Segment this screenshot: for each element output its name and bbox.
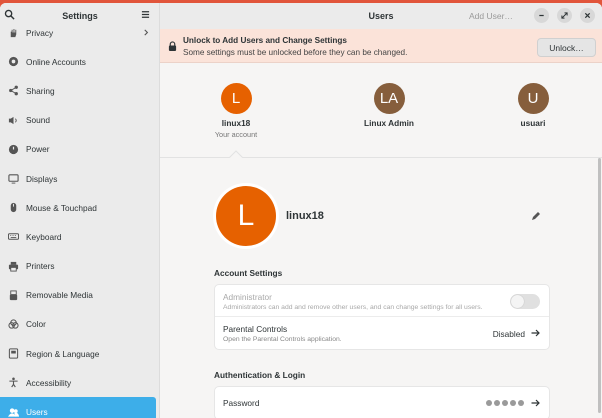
header-bar: Users Add User… bbox=[160, 3, 602, 29]
sidebar-item-color[interactable]: Color bbox=[0, 310, 159, 339]
user-name: usuari bbox=[520, 118, 546, 128]
unlock-subtitle: Some settings must be unlocked before th… bbox=[183, 48, 408, 57]
sidebar: Privacy Online Accounts Sharing Sound Po… bbox=[0, 3, 160, 418]
user-name: Linux Admin bbox=[364, 118, 414, 128]
sidebar-header: Settings bbox=[0, 3, 159, 29]
unlock-button[interactable]: Unlock… bbox=[537, 38, 596, 57]
sidebar-title: Settings bbox=[62, 11, 98, 21]
maximize-button[interactable] bbox=[557, 8, 572, 23]
close-button[interactable] bbox=[580, 8, 595, 23]
parental-controls-status: Disabled bbox=[492, 329, 525, 339]
sidebar-item-label: Removable Media bbox=[26, 290, 93, 301]
sidebar-item-label: Users bbox=[26, 407, 48, 418]
user-detail: L linux18 Account Settings Administrator… bbox=[160, 158, 602, 418]
speaker-icon bbox=[8, 115, 19, 126]
settings-window: Privacy Online Accounts Sharing Sound Po… bbox=[0, 3, 602, 418]
arrow-right-icon bbox=[531, 399, 540, 407]
administrator-label: Administrator bbox=[223, 292, 272, 302]
administrator-toggle[interactable] bbox=[510, 294, 540, 309]
sidebar-item-sound[interactable]: Sound bbox=[0, 106, 159, 135]
unlock-title: Unlock to Add Users and Change Settings bbox=[183, 36, 347, 45]
parental-controls-row[interactable]: Parental Controls Open the Parental Cont… bbox=[215, 317, 549, 349]
lock-icon bbox=[168, 41, 177, 51]
sidebar-item-label: Power bbox=[26, 144, 50, 155]
sidebar-item-label: Sharing bbox=[26, 85, 55, 96]
user-name: linux18 bbox=[221, 118, 251, 128]
avatar: U bbox=[517, 83, 549, 114]
sidebar-item-label: Mouse & Touchpad bbox=[26, 202, 97, 213]
administrator-row: Administrator Administrators can add and… bbox=[215, 285, 549, 317]
hamburger-menu-icon[interactable] bbox=[141, 10, 151, 20]
search-icon[interactable] bbox=[4, 9, 16, 21]
password-row[interactable]: Password bbox=[215, 387, 549, 418]
administrator-description: Administrators can add and remove other … bbox=[223, 304, 483, 311]
pencil-icon[interactable] bbox=[531, 211, 541, 221]
account-settings-card: Administrator Administrators can add and… bbox=[214, 284, 550, 350]
sidebar-item-label: Sound bbox=[26, 115, 50, 126]
sidebar-item-removable-media[interactable]: Removable Media bbox=[0, 281, 159, 310]
sidebar-item-online-accounts[interactable]: Online Accounts bbox=[0, 47, 159, 76]
carousel-pointer-arrow bbox=[229, 150, 243, 158]
sidebar-item-printers[interactable]: Printers bbox=[0, 252, 159, 281]
sidebar-item-displays[interactable]: Displays bbox=[0, 164, 159, 193]
user-card-usuari[interactable]: U usuari bbox=[488, 83, 578, 128]
users-carousel: L linux18 Your account LA Linux Admin U … bbox=[160, 63, 602, 158]
user-card-linux18[interactable]: L linux18 Your account bbox=[191, 83, 281, 139]
minimize-button[interactable] bbox=[534, 8, 549, 23]
users-icon bbox=[8, 407, 19, 418]
sidebar-item-label: Online Accounts bbox=[26, 56, 86, 67]
scrollbar[interactable] bbox=[598, 158, 601, 413]
authentication-card: Password bbox=[214, 386, 550, 418]
sidebar-item-label: Privacy bbox=[26, 27, 54, 38]
add-user-button[interactable]: Add User… bbox=[469, 11, 513, 21]
keyboard-icon bbox=[8, 231, 19, 242]
sidebar-item-mouse-touchpad[interactable]: Mouse & Touchpad bbox=[0, 193, 159, 222]
sidebar-item-label: Region & Language bbox=[26, 348, 100, 359]
region-flag-icon bbox=[8, 348, 19, 359]
sidebar-item-accessibility[interactable]: Accessibility bbox=[0, 368, 159, 397]
users-panel: Users Add User… Unlock to Add Users and … bbox=[160, 3, 602, 418]
user-fullname: linux18 bbox=[286, 210, 324, 222]
sidebar-list: Privacy Online Accounts Sharing Sound Po… bbox=[0, 18, 159, 418]
sidebar-item-power[interactable]: Power bbox=[0, 135, 159, 164]
user-subtitle: Your account bbox=[214, 130, 258, 139]
arrow-right-icon bbox=[531, 329, 540, 337]
sidebar-item-sharing[interactable]: Sharing bbox=[0, 76, 159, 105]
account-settings-title: Account Settings bbox=[214, 268, 283, 278]
close-icon bbox=[584, 12, 591, 19]
sidebar-item-label: Accessibility bbox=[26, 377, 72, 388]
sidebar-item-keyboard[interactable]: Keyboard bbox=[0, 222, 159, 251]
accessibility-icon bbox=[8, 377, 19, 388]
avatar: LA bbox=[373, 83, 405, 114]
password-label: Password bbox=[223, 398, 260, 408]
user-avatar-large[interactable]: L bbox=[216, 186, 276, 246]
parental-controls-description: Open the Parental Controls application. bbox=[223, 336, 342, 343]
display-icon bbox=[8, 173, 19, 184]
sidebar-item-label: Color bbox=[26, 319, 46, 330]
power-icon bbox=[8, 144, 19, 155]
color-palette-icon bbox=[8, 319, 19, 330]
avatar: L bbox=[220, 83, 252, 114]
maximize-icon bbox=[561, 12, 568, 19]
user-card-linux-admin[interactable]: LA Linux Admin bbox=[344, 83, 434, 128]
sidebar-item-region-language[interactable]: Region & Language bbox=[0, 339, 159, 368]
sidebar-item-label: Displays bbox=[26, 173, 58, 184]
share-icon bbox=[8, 85, 19, 96]
authentication-title: Authentication & Login bbox=[214, 370, 306, 380]
chevron-right-icon bbox=[143, 28, 150, 36]
parental-controls-label: Parental Controls bbox=[223, 324, 288, 334]
minimize-icon bbox=[539, 14, 544, 17]
sidebar-item-label: Keyboard bbox=[26, 231, 62, 242]
unlock-infobar: Unlock to Add Users and Change Settings … bbox=[160, 29, 602, 63]
usb-drive-icon bbox=[8, 290, 19, 301]
online-accounts-icon bbox=[8, 56, 19, 67]
printer-icon bbox=[8, 261, 19, 272]
sidebar-item-label: Printers bbox=[26, 261, 55, 272]
mouse-icon bbox=[8, 202, 19, 213]
password-mask bbox=[486, 400, 524, 406]
sidebar-item-users[interactable]: Users bbox=[0, 397, 156, 418]
